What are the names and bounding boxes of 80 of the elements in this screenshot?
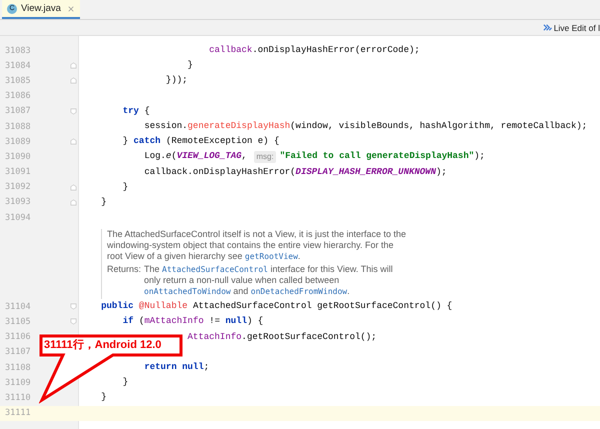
line-number: 31106 bbox=[5, 332, 31, 342]
field-name: callback bbox=[209, 44, 252, 57]
line-number: 31085 bbox=[5, 76, 31, 86]
fold-icon[interactable] bbox=[70, 62, 77, 70]
code-text: } bbox=[188, 59, 193, 72]
code-text: ( bbox=[171, 150, 177, 164]
fold-icon[interactable] bbox=[70, 77, 77, 84]
line-number: 31090 bbox=[5, 152, 31, 162]
keyword: try bbox=[122, 104, 139, 118]
code-text: ( bbox=[138, 315, 144, 328]
keyword: catch bbox=[134, 135, 161, 148]
fold-icon[interactable] bbox=[70, 303, 77, 310]
code-text: ); bbox=[436, 166, 447, 178]
code-text: (RemoteException e) { bbox=[166, 135, 280, 148]
line-number: 31104 bbox=[5, 302, 31, 312]
keyword: if bbox=[122, 315, 134, 328]
code-text: } bbox=[122, 135, 130, 148]
line-number: 31105 bbox=[5, 317, 31, 328]
parameter-hint: msg: bbox=[254, 151, 276, 162]
line-number: 31091 bbox=[5, 167, 31, 178]
callout-text: 31111行，Android 12.0 bbox=[44, 338, 162, 352]
field-name: mAttachInfo bbox=[144, 315, 204, 328]
code-text: , bbox=[242, 150, 248, 164]
keyword: null bbox=[225, 315, 247, 328]
code-text: .onDisplayHashError(errorCode); bbox=[252, 44, 420, 57]
line-number: 31107 bbox=[5, 347, 31, 358]
doc-link[interactable]: onDetachedFromWindow bbox=[250, 287, 348, 296]
line-number: 31086 bbox=[5, 91, 31, 102]
live-edit-button[interactable]: Live Edit of l bbox=[542, 22, 600, 32]
code-text: } bbox=[101, 196, 107, 209]
code-text: AttachedSurfaceControl getRootSurfaceControl() { bbox=[192, 300, 452, 314]
fold-icon[interactable] bbox=[70, 108, 77, 115]
line-number: 31083 bbox=[5, 46, 31, 56]
method-call: e bbox=[166, 150, 172, 164]
chevrons-icon bbox=[542, 23, 552, 32]
returns-label: Returns: bbox=[107, 264, 142, 276]
line-number: 31109 bbox=[5, 378, 31, 388]
code-text: } bbox=[101, 391, 107, 404]
field-name: AttachInfo bbox=[188, 330, 242, 344]
keyword: return bbox=[144, 361, 177, 374]
code-text: ; bbox=[204, 361, 210, 374]
doc-link[interactable]: onAttachedToWindow bbox=[144, 287, 231, 296]
code-text: } bbox=[122, 376, 128, 390]
line-number: 31094 bbox=[5, 212, 31, 223]
string-literal: "Failed to call generateDisplayHash" bbox=[280, 150, 474, 164]
code-text: Log. bbox=[144, 150, 166, 164]
line-number: 31110 bbox=[5, 392, 31, 403]
code-text: != bbox=[209, 315, 221, 328]
doc-text: The AttachedSurfaceControl interface for this View. This will only return a non-null value when called between onAttachedToWindow and onDetachedFromWindow. bbox=[144, 264, 394, 298]
code-text: callback.onDisplayHashError( bbox=[144, 166, 296, 178]
code-text: ) { bbox=[246, 315, 264, 328]
line-number: 31092 bbox=[5, 182, 31, 192]
doc-link[interactable]: AttachedSurfaceControl bbox=[162, 265, 268, 274]
doc-text: The AttachedSurfaceControl itself is not a View, it is just the interface to the windowing-system object that contains the entire view hierarchy. For the root View of a given hierarchy see getRootView. bbox=[107, 229, 407, 262]
fold-icon[interactable] bbox=[70, 318, 77, 326]
line-number: 31111 bbox=[5, 408, 31, 418]
code-text: ); bbox=[474, 150, 485, 164]
code-text: })); bbox=[166, 74, 188, 88]
annotation: @Nullable bbox=[138, 300, 188, 314]
code-text: { bbox=[144, 104, 150, 118]
close-icon[interactable] bbox=[68, 6, 74, 12]
line-number: 31084 bbox=[5, 60, 31, 71]
constant-name: DISPLAY_HASH_ERROR_UNKNOWN bbox=[296, 166, 436, 178]
code-text: } bbox=[122, 180, 128, 194]
constant-name: VIEW_LOG_TAG bbox=[176, 150, 242, 164]
code-text: session. bbox=[144, 120, 188, 133]
method-call: generateDisplayHash bbox=[188, 120, 290, 133]
code-text: (window, visibleBounds, hashAlgorithm, remoteCallback); bbox=[290, 120, 588, 133]
keyword: public bbox=[101, 300, 134, 314]
fold-icon[interactable] bbox=[70, 184, 77, 191]
line-number: 31093 bbox=[5, 197, 31, 208]
line-number: 31089 bbox=[5, 136, 31, 147]
doc-link[interactable]: getRootView bbox=[244, 252, 298, 262]
fold-icon[interactable] bbox=[70, 198, 77, 206]
code-text: .getRootSurfaceControl(); bbox=[242, 330, 377, 344]
line-number: 31108 bbox=[5, 362, 31, 373]
line-number: 31088 bbox=[5, 122, 31, 132]
fold-icon[interactable] bbox=[70, 138, 77, 146]
line-number: 31087 bbox=[5, 106, 31, 116]
keyword: null bbox=[182, 361, 204, 374]
